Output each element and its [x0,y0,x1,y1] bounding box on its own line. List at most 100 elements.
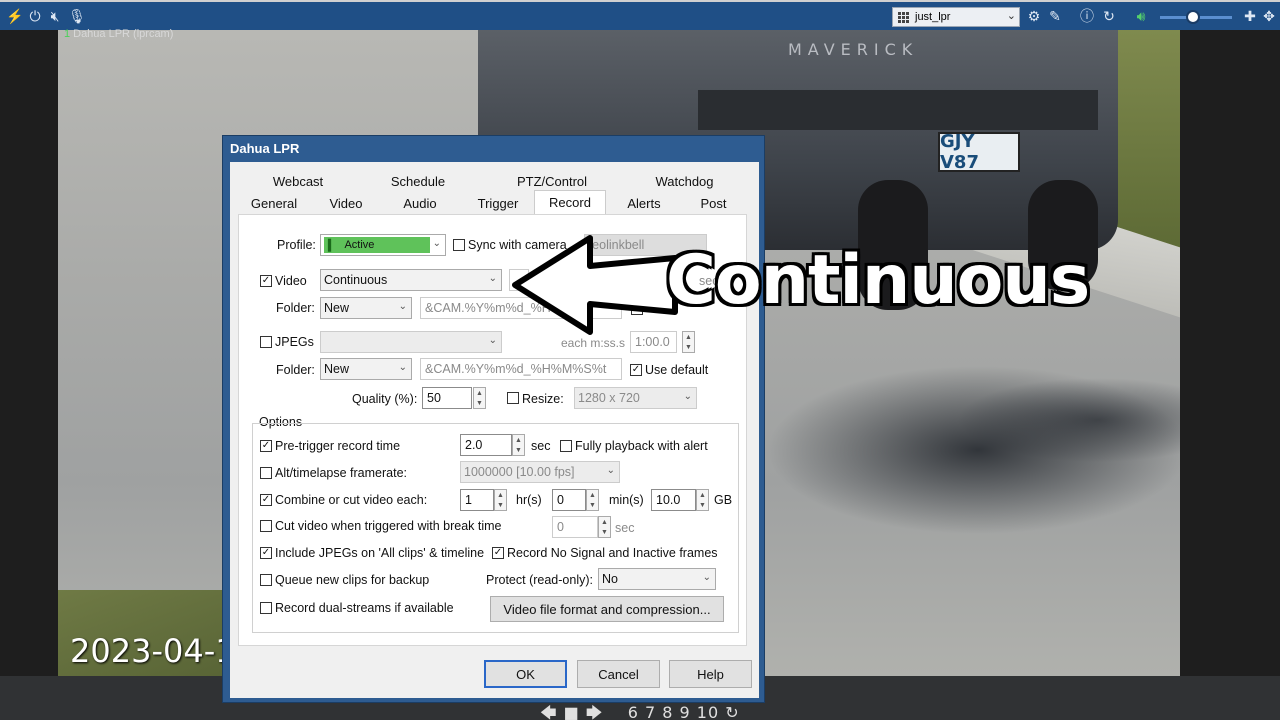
move-icon[interactable]: ✥ [1260,7,1278,25]
resize-checkbox[interactable] [507,392,519,404]
sync-camera-checkbox[interactable] [453,239,465,251]
profile-value: Active [344,239,375,251]
camera-title-text: Dahua LPR (lprcam) [73,28,174,40]
tab-general[interactable]: General [238,192,310,214]
profile-select[interactable]: ▍ Active ⌄ [320,234,446,256]
camera-group-value: just_lpr [915,11,951,23]
spin-up-icon: ▲ [497,491,504,499]
spin-up-icon: ▲ [699,491,706,499]
video-folder-label: Folder: [276,301,315,315]
alt-framerate-checkbox[interactable] [260,467,272,479]
tab-audio[interactable]: Audio [382,192,458,214]
profile-value-badge: ▍ Active [324,237,430,253]
combine-hours-spinner[interactable]: ▲ ▼ [494,489,507,511]
cut-video-checkbox[interactable] [260,520,272,532]
tab-watchdog[interactable]: Watchdog [622,170,747,192]
tab-trigger[interactable]: Trigger [458,192,538,214]
cut-video-input[interactable]: 0 [552,516,598,538]
quality-input[interactable]: 50 [422,387,472,409]
chevron-down-icon: ⌄ [398,362,407,373]
dual-streams-label: Record dual-streams if available [275,601,454,615]
edit-icon[interactable]: ✎ [1046,7,1064,25]
chevron-down-icon: ⌄ [432,238,441,249]
spin-down-icon: ▼ [685,343,692,351]
chevron-down-icon: ⌄ [398,301,407,312]
stop-icon[interactable]: ■ [564,703,580,720]
help-button[interactable]: Help [669,660,752,688]
lightning-icon[interactable]: ⚡ [6,7,24,25]
video-checkbox[interactable]: ✓ [260,275,272,287]
jpegs-checkbox[interactable] [260,336,272,348]
video-format-button[interactable]: Video file format and compression... [490,596,724,622]
tab-record[interactable]: Record [534,190,606,214]
pointer-arrow [512,235,678,335]
tab-schedule[interactable]: Schedule [358,170,478,192]
record-no-signal-label: Record No Signal and Inactive frames [507,546,718,560]
spin-up-icon: ▲ [589,491,596,499]
video-folder-select[interactable]: New ⌄ [320,297,412,319]
combine-hours-input[interactable]: 1 [460,489,494,511]
next-icon[interactable]: 🡆 [586,703,604,720]
queue-backup-label: Queue new clips for backup [275,573,430,587]
camera-group-select[interactable]: just_lpr ⌄ [892,7,1020,27]
truck-bumper [698,90,1098,130]
fully-playback-checkbox[interactable] [560,440,572,452]
speaker-icon[interactable]: 🔊︎ [1132,7,1150,25]
combine-gb-spinner[interactable]: ▲ ▼ [696,489,709,511]
include-jpegs-checkbox[interactable]: ✓ [260,547,272,559]
refresh-icon[interactable]: ↻ [1100,7,1118,25]
quality-label: Quality (%): [352,392,418,406]
jpegs-use-default-checkbox[interactable]: ✓ [630,364,642,376]
resize-select: 1280 x 720 ⌄ [574,387,697,409]
overlay-caption: Continuous [666,241,1090,320]
license-plate: GJY V87 [938,131,1020,173]
camera-title: 1 Dahua LPR (lprcam) [64,28,173,40]
cancel-button[interactable]: Cancel [577,660,660,688]
mute-icon[interactable]: 🔇︎ [46,7,64,25]
dual-streams-checkbox[interactable] [260,602,272,614]
tab-webcast[interactable]: Webcast [238,170,358,192]
spin-up-icon: ▲ [515,436,522,444]
power-icon[interactable]: ⏻ [26,7,44,25]
tab-post[interactable]: Post [680,192,747,214]
pretrigger-spinner[interactable]: ▲ ▼ [512,434,525,456]
video-mode-select[interactable]: Continuous ⌄ [320,269,502,291]
record-no-signal-checkbox[interactable]: ✓ [492,547,504,559]
page-numbers[interactable]: 6 7 8 9 10 [628,703,719,720]
jpegs-folder-select[interactable]: New ⌄ [320,358,412,380]
prev-icon[interactable]: 🡄 [540,703,558,720]
minutes-unit: min(s) [609,493,644,507]
cut-video-label: Cut video when triggered with break time [275,519,502,533]
volume-slider-handle[interactable] [1186,10,1200,24]
video-label: Video [275,274,307,288]
ok-button[interactable]: OK [484,660,567,688]
tab-ptz-control[interactable]: PTZ/Control [482,170,622,192]
info-icon[interactable]: ⓘ [1078,7,1096,25]
plus-icon[interactable]: ✚ [1241,7,1259,25]
combine-checkbox[interactable]: ✓ [260,494,272,506]
resize-label: Resize: [522,392,564,406]
chevron-down-icon: ⌄ [606,465,615,476]
microphone-icon[interactable]: 🎙︎ [68,7,86,25]
pretrigger-input[interactable]: 2.0 [460,434,512,456]
tab-video[interactable]: Video [310,192,382,214]
quality-spinner[interactable]: ▲ ▼ [473,387,486,409]
protect-select[interactable]: No ⌄ [598,568,716,590]
cut-video-spinner[interactable]: ▲ ▼ [598,516,611,538]
truck-brand-text: MAVERICK [788,40,919,59]
gear-icon[interactable]: ⚙ [1025,7,1043,25]
queue-backup-checkbox[interactable] [260,574,272,586]
bottom-navigation: 🡄 ■ 🡆 6 7 8 9 10 ↻ [540,702,740,720]
protect-value: No [602,572,618,586]
pretrigger-checkbox[interactable]: ✓ [260,440,272,452]
loop-icon[interactable]: ↻ [725,703,739,720]
jpegs-each-spinner[interactable]: ▲ ▼ [682,331,695,353]
tab-alerts[interactable]: Alerts [608,192,680,214]
combine-gb-input[interactable]: 10.0 [651,489,696,511]
camera-number: 1 [64,28,71,40]
jpegs-filename-input[interactable]: &CAM.%Y%m%d_%H%M%S%t [420,358,622,380]
combine-minutes-input[interactable]: 0 [552,489,586,511]
chevron-down-icon: ⌄ [702,572,711,583]
video-mode-value: Continuous [324,273,388,287]
combine-minutes-spinner[interactable]: ▲ ▼ [586,489,599,511]
